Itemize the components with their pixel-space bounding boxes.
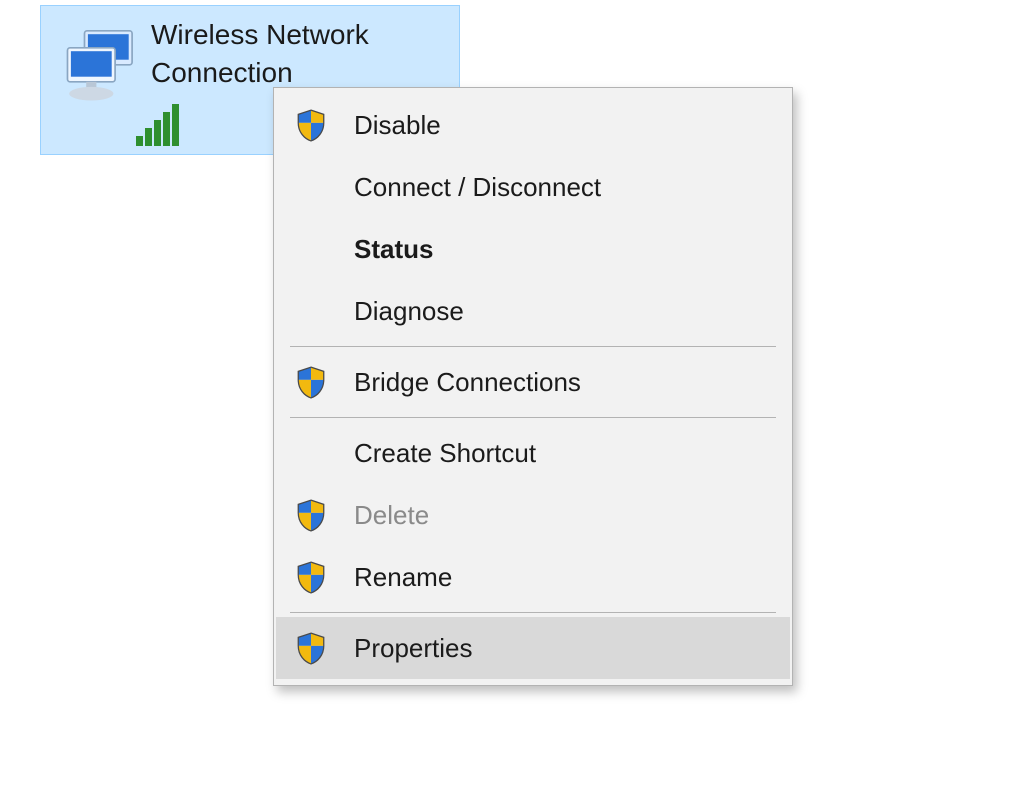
menu-item-label: Properties (354, 633, 473, 664)
menu-item-label: Delete (354, 500, 429, 531)
wifi-signal-icon (136, 104, 179, 146)
menu-item-properties[interactable]: Properties (276, 617, 790, 679)
uac-shield-icon (294, 108, 354, 142)
menu-item-label: Diagnose (354, 296, 464, 327)
menu-separator (290, 417, 776, 418)
menu-item-label: Status (354, 234, 433, 265)
menu-item-disable[interactable]: Disable (276, 94, 790, 156)
menu-item-label: Disable (354, 110, 441, 141)
menu-separator (290, 346, 776, 347)
menu-item-label: Rename (354, 562, 452, 593)
menu-item-create-shortcut[interactable]: Create Shortcut (276, 422, 790, 484)
menu-item-label: Bridge Connections (354, 367, 581, 398)
uac-shield-icon (294, 498, 354, 532)
menu-item-status[interactable]: Status (276, 218, 790, 280)
menu-item-label: Connect / Disconnect (354, 172, 601, 203)
menu-item-bridge-connections[interactable]: Bridge Connections (276, 351, 790, 413)
menu-separator (290, 612, 776, 613)
menu-item-label: Create Shortcut (354, 438, 536, 469)
network-adapter-name: Wireless Network Connection (151, 16, 369, 92)
network-adapter-icon (59, 24, 144, 109)
menu-item-connect-disconnect[interactable]: Connect / Disconnect (276, 156, 790, 218)
menu-item-rename[interactable]: Rename (276, 546, 790, 608)
uac-shield-icon (294, 365, 354, 399)
menu-item-diagnose[interactable]: Diagnose (276, 280, 790, 342)
menu-item-delete: Delete (276, 484, 790, 546)
context-menu: Disable Connect / Disconnect Status Diag… (273, 87, 793, 686)
uac-shield-icon (294, 560, 354, 594)
uac-shield-icon (294, 631, 354, 665)
